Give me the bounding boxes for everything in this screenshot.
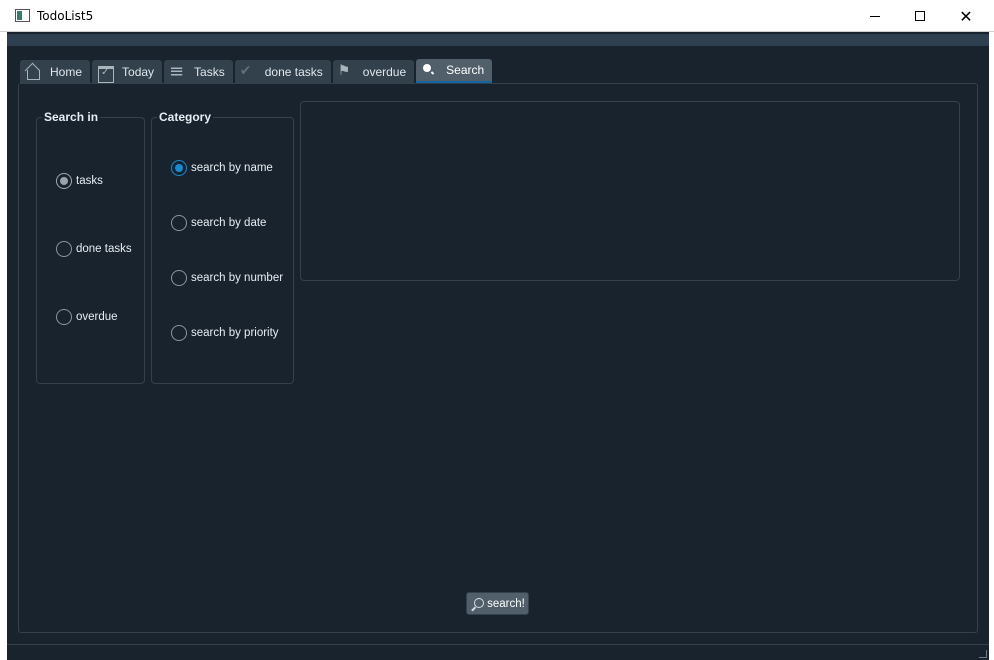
- radio-search-in-tasks[interactable]: tasks: [56, 173, 103, 189]
- window-title: TodoList5: [37, 9, 94, 23]
- radio-search-in-overdue[interactable]: overdue: [56, 309, 118, 325]
- radio-search-by-number[interactable]: search by number: [171, 270, 283, 286]
- tab-label: Search: [446, 63, 485, 77]
- search-icon: [420, 62, 438, 78]
- tab-bar: Home Today Tasks done tasks overdue Sear…: [20, 59, 494, 83]
- tab-home[interactable]: Home: [20, 60, 91, 83]
- radio-indicator: [171, 270, 187, 286]
- minimize-button[interactable]: [852, 0, 898, 32]
- tab-today[interactable]: Today: [92, 60, 163, 83]
- tab-label: Today: [122, 64, 155, 79]
- category-title: Category: [157, 110, 214, 124]
- tab-label: Tasks: [194, 64, 225, 79]
- radio-indicator: [56, 309, 72, 325]
- radio-label: search by name: [191, 162, 273, 174]
- radio-indicator: [171, 325, 187, 341]
- title-bar: TodoList5 ✕: [0, 0, 994, 32]
- maximize-icon: [915, 11, 925, 21]
- radio-indicator: [171, 215, 187, 231]
- radio-search-by-priority[interactable]: search by priority: [171, 325, 279, 341]
- category-group: Category search by name search by date s…: [151, 110, 294, 384]
- radio-search-by-date[interactable]: search by date: [171, 215, 266, 231]
- search-button[interactable]: search!: [466, 592, 529, 615]
- search-in-group: Search in tasks done tasks overdue: [36, 110, 145, 384]
- tab-done-tasks[interactable]: done tasks: [234, 60, 331, 83]
- magnifier-icon: [470, 597, 485, 611]
- app-icon: [15, 9, 30, 22]
- tab-search[interactable]: Search: [416, 59, 493, 83]
- tab-overdue[interactable]: overdue: [332, 60, 415, 83]
- tab-label: done tasks: [264, 64, 323, 79]
- radio-label: tasks: [76, 175, 103, 187]
- flag-icon: [337, 63, 355, 80]
- calendar-check-icon: [96, 64, 115, 83]
- radio-search-in-done-tasks[interactable]: done tasks: [56, 241, 132, 257]
- status-bar: [7, 644, 989, 660]
- search-button-label: search!: [487, 597, 525, 610]
- list-icon: [168, 61, 186, 82]
- search-results-area[interactable]: [300, 101, 960, 281]
- radio-label: search by date: [191, 217, 267, 229]
- minimize-icon: [870, 15, 880, 17]
- close-icon: ✕: [959, 6, 973, 26]
- radio-label: search by priority: [191, 327, 279, 339]
- radio-label: done tasks: [76, 243, 132, 255]
- radio-search-by-name[interactable]: search by name: [171, 160, 273, 176]
- radio-indicator: [56, 241, 72, 257]
- close-button[interactable]: ✕: [943, 0, 989, 32]
- radio-indicator: [171, 160, 187, 176]
- radio-indicator: [56, 173, 72, 189]
- radio-label: search by number: [191, 272, 284, 284]
- main-window: Home Today Tasks done tasks overdue Sear…: [7, 32, 989, 660]
- search-in-title: Search in: [42, 110, 101, 124]
- maximize-button[interactable]: [897, 0, 943, 32]
- checkmark-icon: [239, 63, 257, 80]
- tab-label: overdue: [362, 64, 407, 79]
- radio-label: overdue: [76, 311, 118, 323]
- toolbar-strip: [7, 34, 989, 46]
- tab-tasks[interactable]: Tasks: [164, 60, 233, 83]
- tab-label: Home: [50, 64, 83, 79]
- home-icon: [24, 64, 42, 80]
- resize-grip-icon[interactable]: [979, 650, 987, 658]
